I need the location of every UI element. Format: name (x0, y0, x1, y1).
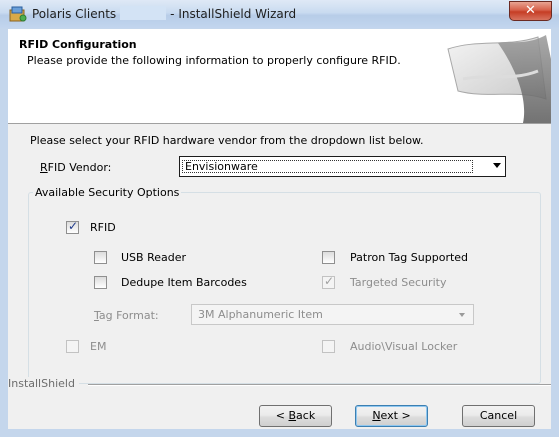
wizard-body: RFID Configuration Please provide the fo… (8, 29, 551, 429)
footer-divider (88, 384, 551, 386)
window-title: Polaris Clients - InstallShield Wizard (32, 6, 297, 21)
check-icon: ✓ (324, 274, 335, 288)
vendor-selected-value: Envisionware (182, 160, 473, 173)
dedupe-barcodes-label: Dedupe Item Barcodes (121, 276, 247, 289)
back-button[interactable]: < Back (259, 405, 332, 427)
targeted-security-label: Targeted Security (350, 276, 447, 289)
targeted-security-checkbox[interactable]: ✓ (322, 274, 335, 289)
av-locker-label: Audio\Visual Locker (350, 340, 458, 353)
header-banner-graphic (428, 29, 551, 123)
vendor-dropdown[interactable]: Envisionware (179, 156, 506, 177)
tag-format-dropdown[interactable]: 3M Alphanumeric Item (191, 304, 474, 325)
page-title: RFID Configuration (19, 38, 137, 51)
next-button[interactable]: Next > (355, 405, 428, 427)
av-locker-checkbox[interactable] (322, 340, 335, 353)
close-button[interactable]: ✕ (509, 1, 552, 21)
page-subtitle: Please provide the following information… (27, 54, 401, 67)
usb-reader-checkbox[interactable] (94, 251, 107, 264)
em-checkbox[interactable] (66, 340, 79, 353)
patron-tag-checkbox[interactable] (322, 251, 335, 264)
check-icon: ✓ (68, 219, 79, 233)
security-options-label: Available Security Options (33, 186, 182, 199)
wizard-header: RFID Configuration Please provide the fo… (8, 29, 551, 124)
vendor-instruction: Please select your RFID hardware vendor … (30, 134, 424, 147)
vendor-label: RFID Vendor: (40, 161, 112, 174)
rfid-label: RFID (90, 221, 116, 234)
cancel-button[interactable]: Cancel (462, 405, 535, 427)
chevron-down-icon (459, 313, 465, 317)
close-icon: ✕ (525, 3, 536, 18)
patron-tag-label: Patron Tag Supported (350, 251, 469, 264)
tag-format-value: 3M Alphanumeric Item (198, 308, 323, 321)
title-bar[interactable]: Polaris Clients - InstallShield Wizard ✕ (0, 0, 559, 28)
tag-format-label: Tag Format: (94, 309, 159, 322)
dedupe-barcodes-checkbox[interactable] (94, 276, 107, 289)
installer-window: Polaris Clients - InstallShield Wizard ✕ … (0, 0, 559, 437)
window-frame-bottom (0, 429, 559, 437)
usb-reader-label: USB Reader (121, 251, 187, 264)
chevron-down-icon (493, 163, 501, 168)
installer-icon (9, 6, 27, 22)
em-label: EM (90, 340, 107, 353)
installshield-brand: InstallShield (8, 377, 79, 390)
rfid-checkbox[interactable]: ✓ (66, 219, 79, 234)
